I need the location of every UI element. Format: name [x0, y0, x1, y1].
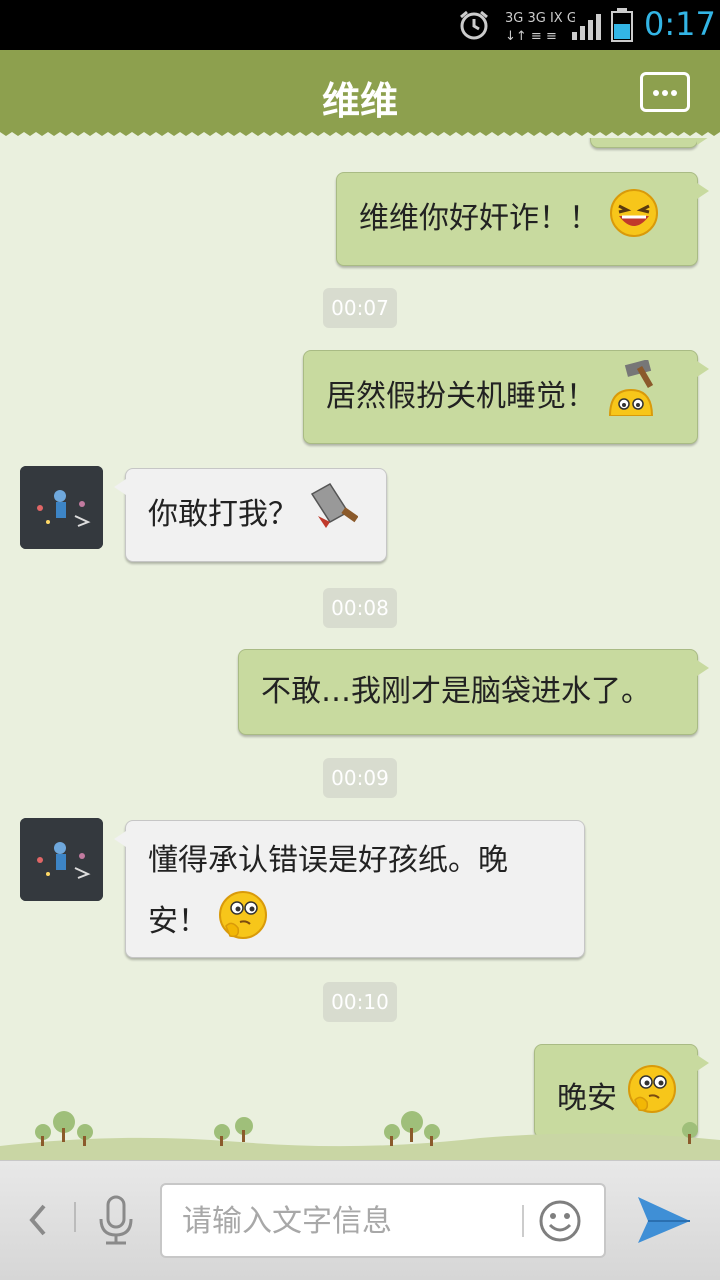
message-input[interactable]: [182, 1197, 512, 1245]
chat-history[interactable]: 维维你好奸诈！！ 00:07 居然假扮关机睡觉！ 你敢打我？ 00:08 不敢……: [0, 138, 720, 1160]
message-bubble-incoming[interactable]: 懂得承认错误是好孩纸。晚 安！: [114, 820, 585, 958]
message-bubble-outgoing[interactable]: 不敢…我刚才是脑袋进水了。: [238, 649, 709, 735]
clock: 0:17: [644, 5, 716, 43]
divider: [522, 1205, 524, 1237]
message-bubble-partial[interactable]: [590, 138, 709, 148]
divider: [74, 1202, 76, 1232]
alarm-icon: [460, 10, 488, 40]
contact-avatar[interactable]: [20, 818, 103, 901]
message-bubble-outgoing[interactable]: 居然假扮关机睡觉！: [303, 350, 709, 444]
battery-icon: [611, 8, 633, 42]
thinking-emoji-icon: [218, 890, 267, 939]
avatar-image: [20, 818, 103, 901]
laughing-emoji-icon: [609, 188, 658, 237]
svg-text:↓↑ ≡ ≡: ↓↑ ≡ ≡: [505, 29, 557, 42]
send-icon[interactable]: [636, 1193, 692, 1245]
cleaver-emoji-icon: [310, 482, 358, 528]
message-text: 不敢…我刚才是脑袋进水了。: [261, 674, 651, 709]
svg-text:3G 3G IX G: 3G 3G IX G: [505, 11, 575, 26]
timestamp: 00:08: [323, 588, 397, 628]
network-type-icon: 3G 3G IX G ↓↑ ≡ ≡: [505, 11, 575, 42]
contact-avatar[interactable]: [20, 466, 103, 549]
microphone-icon[interactable]: [96, 1195, 136, 1247]
message-bubble-incoming[interactable]: 你敢打我？: [114, 468, 387, 562]
chat-title: 维维: [321, 79, 398, 123]
status-bar: 3G 3G IX G ↓↑ ≡ ≡ 0:17: [0, 0, 720, 50]
message-bubble-outgoing[interactable]: 维维你好奸诈！！: [336, 172, 709, 266]
smiley-icon[interactable]: [538, 1199, 582, 1243]
hills-decoration: [0, 1111, 720, 1160]
hammer-head-emoji-icon: [608, 359, 653, 416]
message-text: 居然假扮关机睡觉！: [326, 379, 596, 414]
timestamp: 00:09: [323, 758, 397, 798]
more-menu-button[interactable]: [640, 72, 690, 112]
message-text: 你敢打我？: [148, 497, 298, 532]
timestamp: 00:10: [323, 982, 397, 1022]
title-bar-zigzag: [0, 128, 720, 136]
message-text: 维维你好奸诈！！: [359, 201, 599, 236]
message-text-line: 懂得承认错误是好孩纸。晚: [148, 843, 508, 878]
chevron-left-icon[interactable]: [26, 1200, 50, 1240]
signal-icon: [572, 14, 601, 40]
message-text-line: 安！: [148, 904, 208, 939]
timestamp: 00:07: [323, 288, 397, 328]
avatar-image: [20, 466, 103, 549]
more-icon: [653, 90, 659, 96]
